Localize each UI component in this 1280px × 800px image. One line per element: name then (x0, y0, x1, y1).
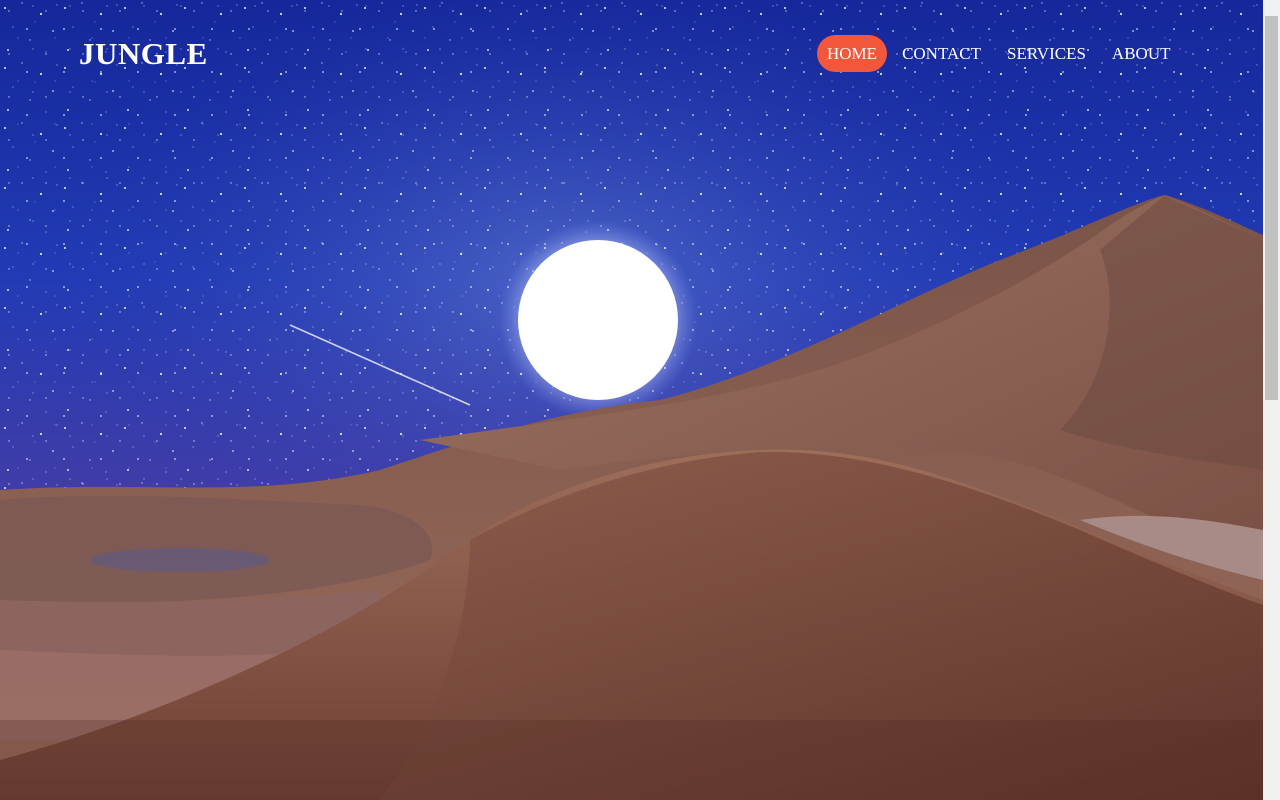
moon-icon (518, 240, 678, 400)
main-nav: HOME CONTACT SERVICES ABOUT (817, 35, 1181, 72)
nav-item-home[interactable]: HOME (817, 35, 888, 72)
hero-background (0, 0, 1263, 800)
nav-item-about[interactable]: ABOUT (1101, 35, 1182, 72)
page: JUNGLE HOME CONTACT SERVICES ABOUT (0, 0, 1280, 800)
site-logo[interactable]: JUNGLE (79, 36, 208, 72)
scrollbar-thumb[interactable] (1265, 16, 1278, 400)
vertical-scrollbar[interactable] (1263, 0, 1280, 800)
nav-item-contact[interactable]: CONTACT (891, 35, 992, 72)
night-desert-image (0, 0, 1263, 800)
top-navbar: JUNGLE HOME CONTACT SERVICES ABOUT (0, 0, 1263, 108)
nav-item-services[interactable]: SERVICES (996, 35, 1097, 72)
